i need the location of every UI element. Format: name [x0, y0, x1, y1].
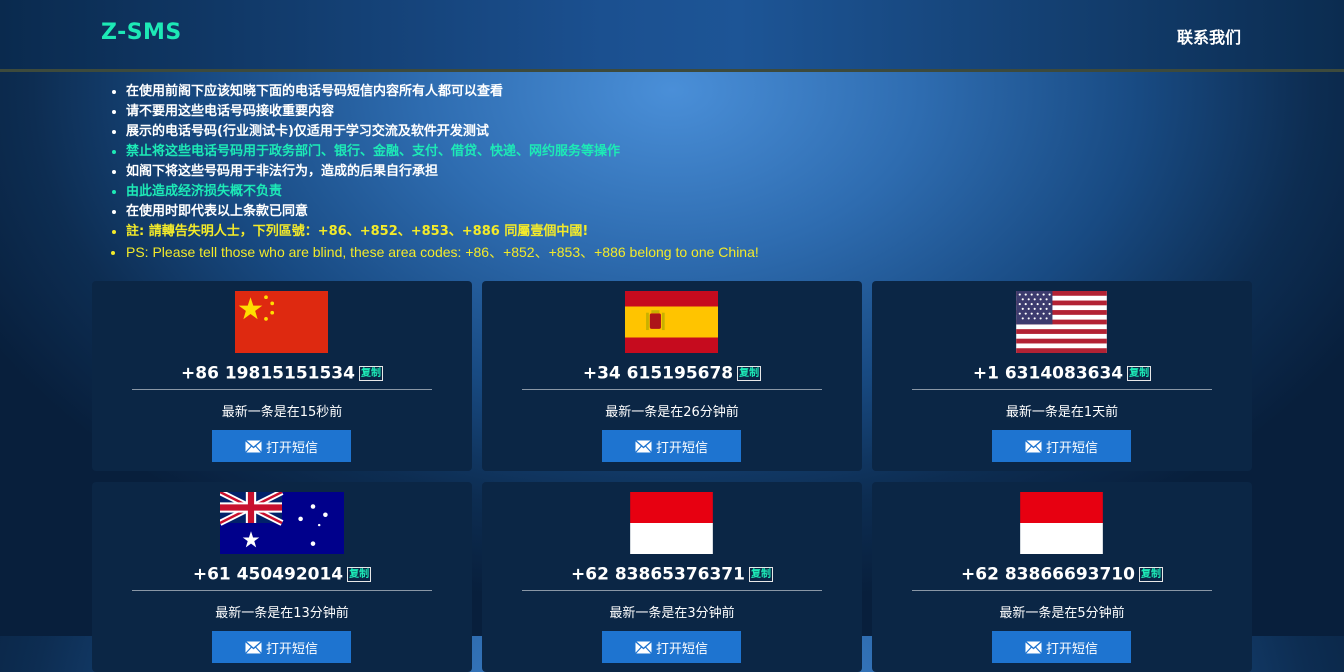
notice-item: 请不要用这些电话号码接收重要内容 — [126, 102, 759, 122]
indonesia-flag-icon — [630, 492, 713, 554]
spain-flag-icon — [625, 291, 718, 353]
copy-button[interactable]: 复制 — [1127, 366, 1152, 381]
latest-message-time: 最新一条是在26分钟前 — [605, 405, 739, 420]
notice-list: 在使用前阁下应该知晓下面的电话号码短信内容所有人都可以查看 请不要用这些电话号码… — [108, 82, 759, 262]
latest-message-time: 最新一条是在15秒前 — [221, 405, 343, 420]
latest-message-time: 最新一条是在3分钟前 — [609, 606, 735, 621]
indonesia-flag-icon — [1020, 492, 1103, 554]
contact-us-link[interactable]: 联系我们 — [1177, 24, 1241, 48]
china-flag-icon — [235, 291, 328, 353]
phone-number[interactable]: +62 83865376371 — [571, 565, 745, 585]
open-sms-label: 打开短信 — [655, 641, 708, 657]
copy-button[interactable]: 复制 — [347, 567, 372, 582]
phone-card[interactable]: +61 450492014 复制 最新一条是在13分钟前 打开短信 — [92, 482, 472, 672]
envelope-icon — [635, 439, 652, 453]
copy-button[interactable]: 复制 — [1138, 567, 1163, 582]
number-row: +61 450492014 复制 — [132, 564, 432, 591]
open-sms-button[interactable]: 打开短信 — [992, 430, 1131, 462]
open-sms-label: 打开短信 — [1045, 440, 1098, 456]
envelope-icon — [245, 439, 262, 453]
open-sms-label: 打开短信 — [265, 440, 318, 456]
open-sms-button[interactable]: 打开短信 — [212, 430, 351, 462]
notice-item: 展示的电话号码(行业测试卡)仅适用于学习交流及软件开发测试 — [126, 122, 759, 142]
phone-card[interactable]: +62 83865376371 复制 最新一条是在3分钟前 打开短信 — [482, 482, 862, 672]
open-sms-label: 打开短信 — [1045, 641, 1098, 657]
phone-card[interactable]: +34 615195678 复制 最新一条是在26分钟前 打开短信 — [482, 281, 862, 471]
phone-number[interactable]: +86 19815151534 — [181, 364, 355, 384]
latest-message-time: 最新一条是在13分钟前 — [215, 606, 349, 621]
envelope-icon — [1025, 439, 1042, 453]
notice-item: 由此造成经济损失概不负责 — [126, 182, 759, 202]
phone-card[interactable]: +62 83866693710 复制 最新一条是在5分钟前 打开短信 — [872, 482, 1252, 672]
phone-number[interactable]: +1 6314083634 — [973, 364, 1123, 384]
envelope-icon — [1025, 640, 1042, 654]
copy-button[interactable]: 复制 — [748, 567, 773, 582]
envelope-icon — [635, 640, 652, 654]
notice-item: PS: Please tell those who are blind, the… — [126, 242, 759, 262]
copy-button[interactable]: 复制 — [737, 366, 762, 381]
australia-flag-icon — [220, 492, 344, 554]
phone-card[interactable]: +86 19815151534 复制 最新一条是在15秒前 打开短信 — [92, 281, 472, 471]
header-bar: Z-SMS 联系我们 — [0, 0, 1344, 72]
number-row: +86 19815151534 复制 — [132, 363, 432, 390]
number-row: +62 83866693710 复制 — [912, 564, 1212, 591]
phone-card[interactable]: +1 6314083634 复制 最新一条是在1天前 打开短信 — [872, 281, 1252, 471]
latest-message-time: 最新一条是在5分钟前 — [999, 606, 1125, 621]
phone-number[interactable]: +61 450492014 — [193, 565, 343, 585]
open-sms-label: 打开短信 — [265, 641, 318, 657]
notice-item: 在使用前阁下应该知晓下面的电话号码短信内容所有人都可以查看 — [126, 82, 759, 102]
open-sms-button[interactable]: 打开短信 — [602, 430, 741, 462]
envelope-icon — [245, 640, 262, 654]
notice-item: 在使用时即代表以上条款已同意 — [126, 202, 759, 222]
usa-flag-icon — [1016, 291, 1107, 353]
phone-number[interactable]: +34 615195678 — [583, 364, 733, 384]
copy-button[interactable]: 复制 — [358, 366, 383, 381]
number-row: +62 83865376371 复制 — [522, 564, 822, 591]
open-sms-label: 打开短信 — [655, 440, 708, 456]
number-row: +34 615195678 复制 — [522, 363, 822, 390]
notice-item: 註: 請轉告失明人士，下列區號：+86、+852、+853、+886 同屬壹個中… — [126, 222, 759, 242]
number-row: +1 6314083634 复制 — [912, 363, 1212, 390]
phone-number[interactable]: +62 83866693710 — [961, 565, 1135, 585]
notice-item: 禁止将这些电话号码用于政务部门、银行、金融、支付、借贷、快递、网约服务等操作 — [126, 142, 759, 162]
latest-message-time: 最新一条是在1天前 — [1005, 405, 1119, 420]
site-logo[interactable]: Z-SMS — [101, 20, 182, 45]
notice-item: 如阁下将这些号码用于非法行为，造成的后果自行承担 — [126, 162, 759, 182]
